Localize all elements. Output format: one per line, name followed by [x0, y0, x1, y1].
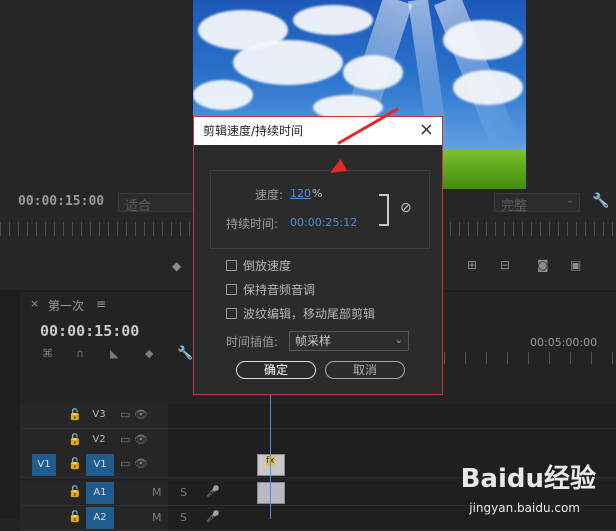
track-label[interactable]: A1	[86, 482, 114, 504]
mic-icon[interactable]: 🎤	[206, 485, 220, 498]
track-label[interactable]: V2	[88, 429, 110, 451]
track-icons[interactable]: ▭ 👁	[120, 457, 148, 470]
interp-value: 帧采样	[295, 334, 332, 348]
reverse-speed-label: 倒放速度	[243, 259, 292, 273]
marker-icon[interactable]: ◆	[172, 259, 181, 273]
tab-sequence[interactable]: 第一次	[48, 297, 84, 314]
lock-icon[interactable]: 🔓	[68, 510, 82, 523]
mute-button[interactable]: M	[152, 511, 162, 524]
watermark-url: jingyan.baidu.com	[469, 501, 580, 515]
add-marker-icon[interactable]: ◆	[145, 347, 153, 360]
nest-icon[interactable]: ⌘	[42, 347, 53, 360]
track-icons[interactable]: ▭ 👁	[120, 433, 148, 446]
link-icon[interactable]: ⊘	[400, 200, 412, 216]
ruler-time: 00:05:00:00	[530, 336, 598, 349]
dialog-title: 剪辑速度/持续时间	[203, 124, 304, 138]
menu-icon[interactable]: ≡	[96, 297, 106, 311]
track-header-v1: V1 🔓 V1 ▭ 👁	[20, 453, 168, 478]
source-patch-v1[interactable]: V1	[32, 454, 56, 476]
playhead[interactable]	[270, 380, 271, 519]
speed-label: 速度:	[255, 188, 284, 202]
compare-icon[interactable]: ▣	[570, 258, 581, 272]
lock-icon[interactable]: 🔓	[68, 408, 82, 421]
audio-clip[interactable]	[257, 482, 285, 504]
watermark-brand: Baidu经验	[460, 464, 596, 494]
maintain-pitch-checkbox[interactable]	[226, 284, 237, 295]
lift-icon[interactable]: ⊞	[467, 258, 477, 272]
dialog-titlebar: 剪辑速度/持续时间 ×	[194, 117, 442, 145]
track-label[interactable]: V1	[86, 454, 114, 476]
timeline-ruler[interactable]	[444, 352, 616, 364]
solo-button[interactable]: S	[180, 511, 187, 524]
speed-duration-dialog: 剪辑速度/持续时间 × 速度: 120 % 持续时间: 00:00:25:12 …	[193, 116, 443, 395]
cancel-button[interactable]: 取消	[325, 361, 405, 379]
tab-close-icon[interactable]: ×	[30, 297, 39, 310]
duration-label: 持续时间:	[226, 217, 279, 231]
track-label[interactable]: A2	[86, 507, 114, 529]
track-label[interactable]: V3	[88, 404, 110, 426]
camera-icon[interactable]: ◙	[537, 258, 549, 272]
lock-icon[interactable]: 🔓	[68, 433, 82, 446]
interp-label: 时间插值:	[226, 335, 279, 349]
chevron-down-icon: ⌄	[394, 335, 403, 346]
linked-select-icon[interactable]: ◣	[110, 347, 118, 360]
quality-select-label: 完整	[501, 199, 528, 214]
quality-select[interactable]: 完整 ⌄	[494, 193, 580, 214]
speed-value[interactable]: 120	[290, 187, 311, 200]
track-icons[interactable]: ▭ 👁	[120, 408, 148, 421]
ripple-edit-label: 波纹编辑，移动尾部剪辑	[243, 307, 376, 321]
ok-button[interactable]: 确定	[236, 361, 316, 379]
track-header-v2: 🔓 V2 ▭ 👁	[20, 429, 168, 454]
ripple-edit-checkbox[interactable]	[226, 308, 237, 319]
extract-icon[interactable]: ⊟	[500, 258, 510, 272]
monitor-timecode[interactable]: 00:00:15:00	[18, 194, 104, 209]
track-header-v3: 🔓 V3 ▭ 👁	[20, 404, 168, 429]
maintain-pitch-label: 保持音频音调	[243, 283, 316, 297]
lock-icon[interactable]: 🔓	[68, 485, 82, 498]
link-bracket	[379, 194, 389, 226]
lock-icon[interactable]: 🔓	[68, 457, 82, 470]
close-icon[interactable]: ×	[419, 120, 434, 140]
solo-button[interactable]: S	[180, 486, 187, 499]
duration-value[interactable]: 00:00:25:12	[290, 216, 357, 229]
settings-wrench-icon[interactable]: 🔧	[177, 346, 193, 361]
reverse-speed-checkbox[interactable]	[226, 260, 237, 271]
interp-select[interactable]: 帧采样 ⌄	[289, 331, 409, 351]
speed-unit: %	[312, 187, 323, 200]
mic-icon[interactable]: 🎤	[206, 510, 220, 523]
mute-button[interactable]: M	[152, 486, 162, 499]
timeline-timecode[interactable]: 00:00:15:00	[40, 322, 139, 340]
fit-select[interactable]: 适合	[118, 193, 194, 214]
track-header-a1: 🔓 A1 M S 🎤	[20, 481, 220, 506]
wrench-icon[interactable]: 🔧	[592, 193, 609, 209]
snap-icon[interactable]: ∩	[76, 347, 84, 360]
chevron-down-icon: ⌄	[565, 195, 574, 206]
video-clip[interactable]: fx	[257, 454, 285, 476]
speed-fieldset	[210, 170, 430, 249]
